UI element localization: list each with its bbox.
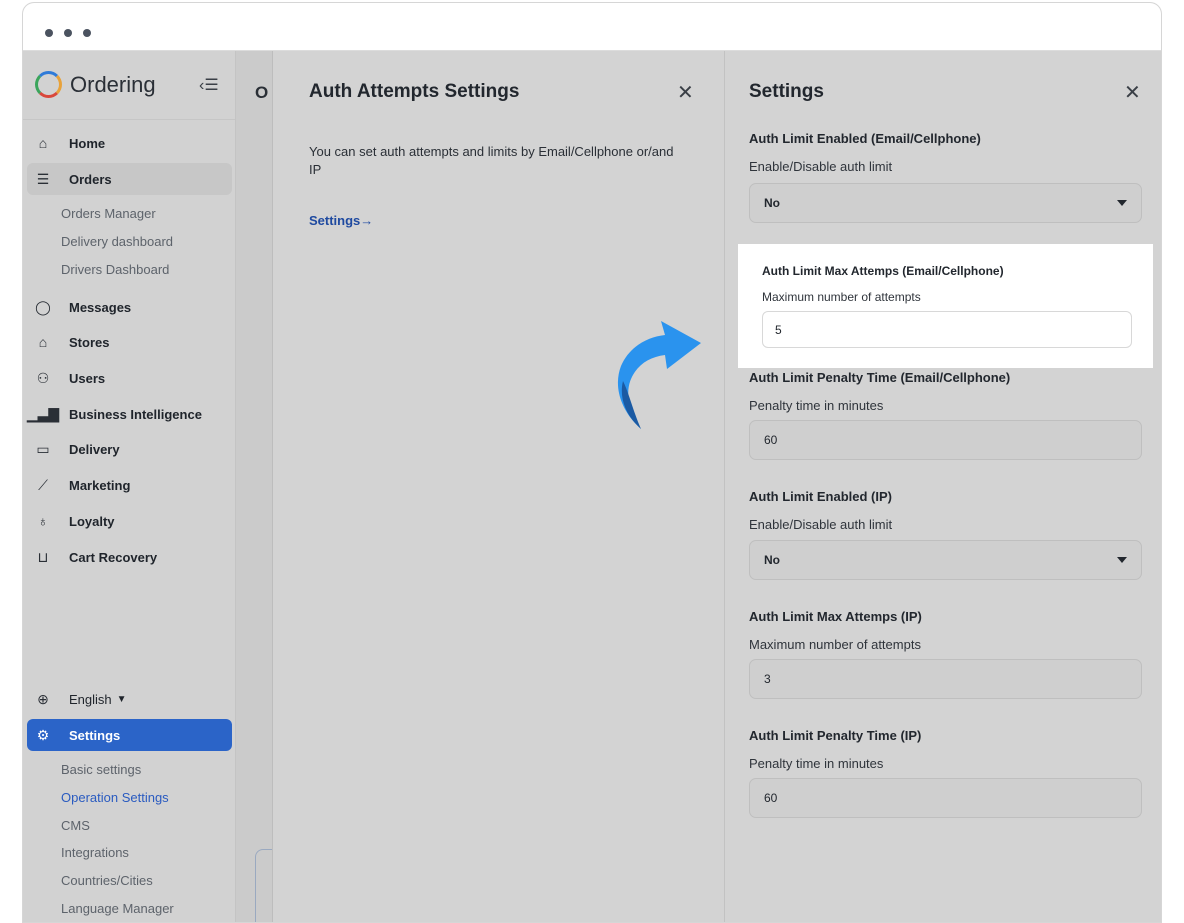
sidebar-item-settings[interactable]: ⚙ Settings	[27, 719, 232, 751]
settings-link[interactable]: Settings→	[309, 213, 373, 228]
field-label: Auth Limit Enabled (Email/Cellphone)	[749, 131, 981, 146]
sidebar-item-label: Users	[69, 370, 106, 386]
field-label: Auth Limit Max Attemps (Email/Cellphone)	[762, 264, 1004, 278]
sidebar-item-messages[interactable]: ◯ Messages	[27, 291, 232, 323]
field-description: Enable/Disable auth limit	[749, 517, 893, 532]
sidebar-item-marketing[interactable]: ⟋ Marketing	[27, 469, 232, 501]
truck-icon: ▭	[36, 440, 50, 457]
background-page: O	[236, 51, 285, 922]
cart-icon: ⊔	[37, 548, 49, 565]
field-description: Penalty time in minutes	[749, 756, 884, 771]
sidebar-item-label: Settings	[69, 727, 121, 743]
sidebar-item-label: Stores	[69, 334, 110, 350]
app-name: Ordering	[70, 71, 156, 97]
app-body: Ordering ‹☰ ⌂ Home ☰ Orders Orders Manag…	[23, 51, 1161, 922]
chat-icon: ◯	[35, 298, 51, 315]
sidebar-subitem-delivery-dashboard[interactable]: Delivery dashboard	[61, 234, 173, 249]
window-titlebar	[23, 3, 1161, 51]
trend-icon: ⟋	[38, 476, 48, 493]
auth-limit-penalty-ip-input[interactable]: 60	[749, 778, 1142, 818]
gear-icon: ⚙	[36, 726, 50, 743]
close-icon[interactable]: ✕	[1124, 83, 1141, 103]
sidebar-item-users[interactable]: ⚇ Users	[27, 362, 232, 394]
sidebar-item-label: Loyalty	[69, 513, 115, 529]
select-value: No	[764, 196, 780, 210]
sidebar-item-home[interactable]: ⌂ Home	[27, 127, 232, 159]
close-icon[interactable]: ✕	[677, 83, 694, 103]
globe-icon: ⊕	[37, 690, 49, 707]
auth-limit-enabled-ip-select[interactable]: No	[749, 540, 1142, 580]
background-page-title: O	[255, 83, 269, 102]
browser-window: Ordering ‹☰ ⌂ Home ☰ Orders Orders Manag…	[22, 2, 1162, 923]
sidebar-item-label: Delivery	[69, 441, 120, 457]
panel-title: Auth Attempts Settings	[309, 81, 520, 102]
logo-ring-icon	[35, 71, 62, 98]
sidebar-item-label: Cart Recovery	[69, 549, 158, 565]
sidebar-subitem-integrations[interactable]: Integrations	[61, 845, 129, 860]
store-icon: ⌂	[38, 334, 48, 350]
award-icon: ♁	[37, 513, 49, 529]
sidebar-subitem-cms[interactable]: CMS	[61, 818, 90, 833]
sidebar-subitem-operation-settings[interactable]: Operation Settings	[61, 790, 169, 805]
input-value: 5	[775, 323, 782, 337]
field-description: Maximum number of attempts	[762, 290, 921, 304]
home-icon: ⌂	[38, 135, 48, 151]
app-logo[interactable]: Ordering	[35, 71, 156, 98]
field-label: Auth Limit Enabled (IP)	[749, 489, 892, 504]
auth-limit-enabled-email-select[interactable]: No	[749, 183, 1142, 223]
field-description: Penalty time in minutes	[749, 398, 884, 413]
sidebar-item-label: Orders	[69, 171, 112, 187]
input-value: 60	[764, 433, 778, 447]
sidebar-item-stores[interactable]: ⌂ Stores	[27, 326, 232, 358]
list-icon: ☰	[36, 170, 50, 187]
field-description: Enable/Disable auth limit	[749, 159, 893, 174]
select-value: No	[764, 553, 780, 567]
auth-limit-penalty-email-input[interactable]: 60	[749, 420, 1142, 460]
sidebar-item-orders[interactable]: ☰ Orders	[27, 163, 232, 195]
auth-limit-max-email-input[interactable]: 5	[762, 311, 1132, 348]
sidebar-item-label: Messages	[69, 299, 132, 315]
field-description: Maximum number of attempts	[749, 637, 921, 652]
users-icon: ⚇	[36, 369, 50, 386]
field-label: Auth Limit Penalty Time (IP)	[749, 728, 922, 743]
sidebar-subitem-countries-cities[interactable]: Countries/Cities	[61, 873, 153, 888]
input-value: 3	[764, 672, 771, 686]
auth-limit-max-ip-input[interactable]: 3	[749, 659, 1142, 699]
sidebar-item-business-intelligence[interactable]: ▁▃▇ Business Intelligence	[27, 398, 232, 430]
sidebar: Ordering ‹☰ ⌂ Home ☰ Orders Orders Manag…	[23, 51, 236, 922]
caret-down-icon	[1117, 557, 1127, 563]
language-selector[interactable]: ⊕ English ▼	[27, 683, 232, 715]
settings-panel: Settings ✕ Auth Limit Enabled (Email/Cel…	[725, 51, 1161, 922]
input-value: 60	[764, 791, 778, 805]
sidebar-subitem-basic-settings[interactable]: Basic settings	[61, 762, 141, 777]
panel-description: You can set auth attempts and limits by …	[309, 144, 674, 177]
bar-chart-icon: ▁▃▇	[26, 405, 60, 422]
sidebar-item-label: Marketing	[69, 477, 131, 493]
sidebar-item-label: Home	[69, 135, 106, 151]
curved-arrow-icon	[617, 321, 701, 429]
field-label: Auth Limit Penalty Time (Email/Cellphone…	[749, 370, 1011, 385]
window-dot-icon	[64, 29, 72, 37]
window-dot-icon	[45, 29, 53, 37]
sidebar-item-delivery[interactable]: ▭ Delivery	[27, 433, 232, 465]
sidebar-item-loyalty[interactable]: ♁ Loyalty	[27, 505, 232, 537]
caret-down-icon: ▼	[116, 693, 127, 705]
highlighted-field-card: Auth Limit Max Attemps (Email/Cellphone)…	[738, 244, 1153, 368]
sidebar-divider	[23, 119, 235, 120]
auth-attempts-panel: Auth Attempts Settings ✕ You can set aut…	[272, 51, 725, 922]
collapse-menu-icon[interactable]: ‹☰	[199, 75, 219, 95]
sidebar-subitem-language-manager[interactable]: Language Manager	[61, 901, 174, 916]
sidebar-item-cart-recovery[interactable]: ⊔ Cart Recovery	[27, 541, 232, 573]
sidebar-subitem-drivers-dashboard[interactable]: Drivers Dashboard	[61, 262, 169, 277]
caret-down-icon	[1117, 200, 1127, 206]
panel-title: Settings	[749, 81, 824, 102]
field-label: Auth Limit Max Attemps (IP)	[749, 609, 922, 624]
language-label: English	[69, 691, 112, 707]
sidebar-subitem-orders-manager[interactable]: Orders Manager	[61, 206, 156, 221]
window-dot-icon	[83, 29, 91, 37]
sidebar-item-label: Business Intelligence	[69, 406, 202, 422]
